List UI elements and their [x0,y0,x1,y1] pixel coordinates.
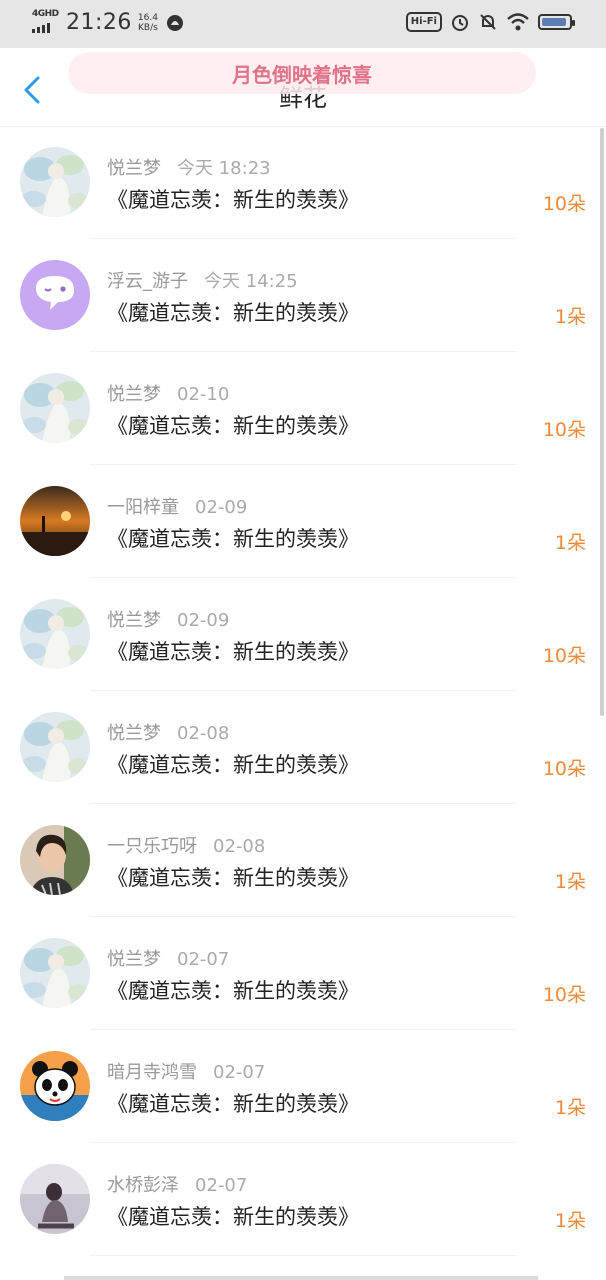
avatar[interactable] [20,1051,90,1121]
book-title[interactable]: 《魔道忘羡：新生的羡羡》 [107,184,359,214]
timestamp: 02-09 [177,610,230,631]
user-name[interactable]: 一只乐巧呀 [107,836,197,857]
status-bar: 4GHD 21:26 16.4 KB/s Hi-Fi [0,0,606,48]
timestamp: 今天 14:25 [204,271,298,292]
list-item[interactable]: 悦兰梦 02-07 《魔道忘羡：新生的羡羡》 10朵 [0,917,606,1030]
book-title[interactable]: 《魔道忘羡：新生的羡羡》 [107,523,359,553]
mute-icon [480,14,496,30]
avatar[interactable] [20,373,90,443]
user-meta: 悦兰梦 02-09 [107,606,229,632]
user-meta: 暗月寺鸿雪 02-07 [107,1058,265,1084]
book-title[interactable]: 《魔道忘羡：新生的羡羡》 [107,1201,359,1231]
avatar[interactable] [20,712,90,782]
timestamp: 02-10 [177,384,230,405]
app-notification-icon [166,14,183,31]
flower-count: 10朵 [542,984,586,1006]
user-meta: 一只乐巧呀 02-08 [107,832,265,858]
list-item[interactable]: 一只乐巧呀 02-08 《魔道忘羡：新生的羡羡》 1朵 [0,804,606,917]
list-item[interactable]: 暗月寺鸿雪 02-07 《魔道忘羡：新生的羡羡》 1朵 [0,1030,606,1143]
book-title[interactable]: 《魔道忘羡：新生的羡羡》 [107,749,359,779]
list-item[interactable]: 悦兰梦 02-09 《魔道忘羡：新生的羡羡》 10朵 [0,578,606,691]
flower-count: 1朵 [554,1210,586,1232]
timestamp: 02-07 [177,949,230,970]
network-speed: 16.4 KB/s [137,12,158,33]
wifi-icon [507,13,529,31]
user-meta: 一阳梓童 02-09 [107,493,247,519]
flower-count: 10朵 [542,645,586,667]
battery-icon [538,14,575,30]
app-header: 鲜花 月色倒映着惊喜 [0,48,606,127]
flower-count: 10朵 [542,758,586,780]
user-meta: 悦兰梦 02-10 [107,380,229,406]
user-name[interactable]: 暗月寺鸿雪 [107,1062,197,1083]
avatar[interactable] [20,938,90,1008]
user-name[interactable]: 悦兰梦 [107,610,161,631]
book-title[interactable]: 《魔道忘羡：新生的羡羡》 [107,636,359,666]
timestamp: 今天 18:23 [177,158,271,179]
user-meta: 悦兰梦 02-08 [107,719,229,745]
avatar[interactable] [20,486,90,556]
flower-count: 10朵 [542,193,586,215]
user-name[interactable]: 悦兰梦 [107,384,161,405]
scrollbar[interactable] [600,128,604,716]
book-title[interactable]: 《魔道忘羡：新生的羡羡》 [107,862,359,892]
book-title[interactable]: 《魔道忘羡：新生的羡羡》 [107,975,359,1005]
signal-icon: 4GHD [32,9,59,35]
toast-message: 月色倒映着惊喜 [68,52,536,94]
timestamp: 02-09 [195,497,248,518]
flower-count: 10朵 [542,419,586,441]
user-name[interactable]: 水桥彭泽 [107,1175,179,1196]
divider [90,1255,516,1256]
user-name[interactable]: 悦兰梦 [107,949,161,970]
avatar[interactable] [20,825,90,895]
list-item[interactable]: 水桥彭泽 02-07 《魔道忘羡：新生的羡羡》 1朵 [0,1143,606,1256]
flower-list: 悦兰梦 今天 18:23 《魔道忘羡：新生的羡羡》 10朵 浮云_游子 今天 14:… [0,126,606,1256]
list-item[interactable]: 悦兰梦 02-08 《魔道忘羡：新生的羡羡》 10朵 [0,691,606,804]
alarm-icon [452,15,468,31]
timestamp: 02-07 [213,1062,266,1083]
avatar[interactable] [20,147,90,217]
user-name[interactable]: 悦兰梦 [107,158,161,179]
user-meta: 浮云_游子 今天 14:25 [107,267,298,293]
timestamp: 02-07 [195,1175,248,1196]
user-name[interactable]: 悦兰梦 [107,723,161,744]
status-time: 21:26 [66,10,132,35]
list-item[interactable]: 一阳梓童 02-09 《魔道忘羡：新生的羡羡》 1朵 [0,465,606,578]
user-meta: 悦兰梦 02-07 [107,945,229,971]
avatar[interactable] [20,260,90,330]
user-name[interactable]: 浮云_游子 [107,271,188,292]
book-title[interactable]: 《魔道忘羡：新生的羡羡》 [107,1088,359,1118]
flower-count: 1朵 [554,1097,586,1119]
flower-count: 1朵 [554,871,586,893]
list-item[interactable]: 悦兰梦 02-10 《魔道忘羡：新生的羡羡》 10朵 [0,352,606,465]
timestamp: 02-08 [177,723,230,744]
avatar[interactable] [20,1164,90,1234]
list-item[interactable]: 浮云_游子 今天 14:25 《魔道忘羡：新生的羡羡》 1朵 [0,239,606,352]
user-meta: 悦兰梦 今天 18:23 [107,154,271,180]
bottom-edge [64,1276,538,1280]
book-title[interactable]: 《魔道忘羡：新生的羡羡》 [107,410,359,440]
timestamp: 02-08 [213,836,266,857]
flower-count: 1朵 [554,532,586,554]
user-name[interactable]: 一阳梓童 [107,497,179,518]
list-item[interactable]: 悦兰梦 今天 18:23 《魔道忘羡：新生的羡羡》 10朵 [0,126,606,239]
flower-count: 1朵 [554,306,586,328]
hifi-badge: Hi-Fi [405,12,442,32]
avatar[interactable] [20,599,90,669]
user-meta: 水桥彭泽 02-07 [107,1171,247,1197]
book-title[interactable]: 《魔道忘羡：新生的羡羡》 [107,297,359,327]
